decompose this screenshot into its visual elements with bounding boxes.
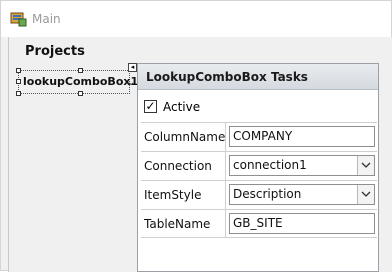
resize-handle-top-left[interactable] <box>16 68 21 73</box>
itemstyle-dropdown-button[interactable] <box>357 185 374 204</box>
connection-dropdown-button[interactable] <box>357 156 374 175</box>
lookup-combo-name: lookupComboBox1 <box>23 75 139 88</box>
tasks-panel-body: ✓ Active ColumnName COMPANY Connection c… <box>138 90 378 271</box>
tasks-panel-title: LookupComboBox Tasks <box>146 70 308 84</box>
property-row-columnname: ColumnName COMPANY <box>141 122 377 151</box>
tasks-panel-header: LookupComboBox Tasks <box>138 64 378 90</box>
connection-label: Connection <box>144 159 212 173</box>
resize-handle-bottom[interactable] <box>78 91 83 96</box>
property-row-tablename: TableName GB_SITE <box>141 209 377 238</box>
itemstyle-select[interactable]: Description <box>229 184 375 205</box>
tablename-input[interactable]: GB_SITE <box>229 213 375 234</box>
property-row-connection: Connection connection1 <box>141 151 377 180</box>
itemstyle-label: ItemStyle <box>144 188 202 202</box>
tablename-label: TableName <box>144 217 211 231</box>
chevron-down-icon <box>361 191 371 197</box>
chevron-down-icon <box>361 162 371 168</box>
tasks-panel: LookupComboBox Tasks ✓ Active ColumnName… <box>137 63 379 272</box>
resize-handle-bottom-left[interactable] <box>16 91 21 96</box>
resize-handle-left[interactable] <box>16 79 21 84</box>
connection-select[interactable]: connection1 <box>229 155 375 176</box>
property-grid: ColumnName COMPANY Connection connection… <box>141 122 377 272</box>
grid-divider <box>225 123 226 151</box>
resize-handle-top[interactable] <box>78 68 83 73</box>
page-title: Projects <box>25 44 85 59</box>
main-window: Main Projects lookupComboBox1 ⌄ ◂ Lookup… <box>0 0 392 272</box>
app-icon <box>10 11 28 27</box>
columnname-input[interactable]: COMPANY <box>229 126 375 147</box>
columnname-label: ColumnName <box>144 130 226 144</box>
grid-divider <box>225 152 226 180</box>
smart-tag-button[interactable]: ◂ <box>128 63 137 72</box>
connection-value: connection1 <box>233 158 307 172</box>
title-bar: Main <box>1 1 391 37</box>
grid-divider <box>225 210 226 238</box>
grid-divider <box>225 181 226 209</box>
chevron-down-icon[interactable]: ⌄ <box>127 77 135 88</box>
itemstyle-value: Description <box>233 187 302 201</box>
window-title: Main <box>32 12 61 26</box>
property-row-itemstyle: ItemStyle Description <box>141 180 377 209</box>
active-checkbox[interactable]: ✓ <box>144 100 157 113</box>
active-label[interactable]: Active <box>163 100 200 114</box>
